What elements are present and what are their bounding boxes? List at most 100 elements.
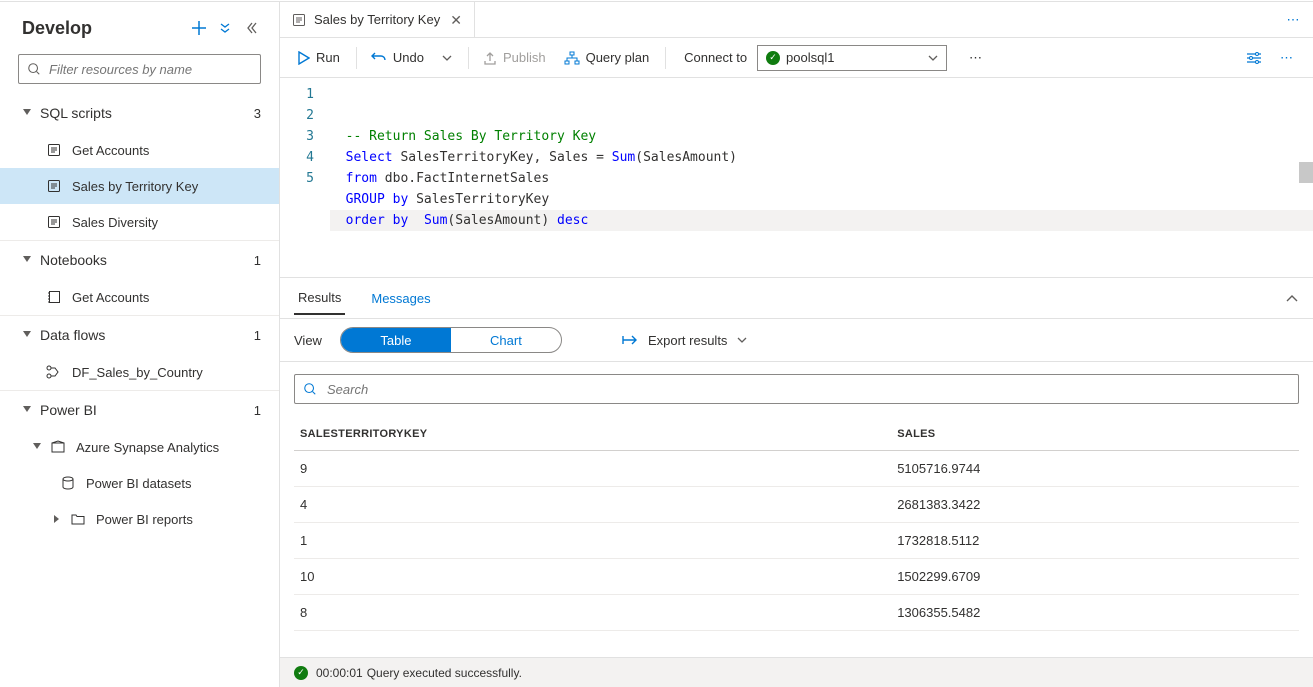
editor-code[interactable]: -- Return Sales By Territory Key Select … bbox=[322, 78, 1313, 277]
section-dataflows[interactable]: Data flows 1 bbox=[0, 316, 279, 354]
table-row[interactable]: 95105716.9744 bbox=[294, 451, 1299, 487]
editor-gutter: 12345 bbox=[280, 78, 322, 277]
undo-button[interactable]: Undo bbox=[363, 44, 432, 72]
caret-down-icon bbox=[22, 331, 32, 339]
section-count: 1 bbox=[254, 403, 261, 418]
database-icon bbox=[60, 475, 76, 491]
add-icon[interactable] bbox=[187, 16, 211, 40]
chevron-down-icon bbox=[928, 55, 938, 61]
section-count: 1 bbox=[254, 253, 261, 268]
messages-tab[interactable]: Messages bbox=[367, 283, 434, 314]
more-icon[interactable]: ⋯ bbox=[1273, 2, 1313, 37]
table-cell: 1732818.5112 bbox=[891, 523, 1299, 559]
run-button[interactable]: Run bbox=[290, 44, 348, 72]
sql-script-item[interactable]: Get Accounts bbox=[0, 132, 279, 168]
collapse-sidebar-icon[interactable] bbox=[239, 16, 263, 40]
table-cell: 8 bbox=[294, 595, 891, 631]
script-icon bbox=[46, 142, 62, 158]
status-time: 00:00:01 bbox=[316, 666, 363, 680]
powerbi-reports[interactable]: Power BI reports bbox=[0, 501, 279, 537]
tree-item-label: Azure Synapse Analytics bbox=[76, 440, 219, 455]
results-search-field[interactable] bbox=[325, 381, 1290, 398]
tree-item-label: Sales by Territory Key bbox=[72, 179, 198, 194]
sidebar-title: Develop bbox=[22, 18, 187, 39]
results-grid: SALESTERRITORYKEYSALES 95105716.97444268… bbox=[294, 418, 1299, 631]
tree-item-label: Power BI reports bbox=[96, 512, 193, 527]
export-results-button[interactable]: Export results bbox=[622, 333, 747, 348]
close-tab-icon[interactable]: ✕ bbox=[450, 13, 462, 27]
section-label: Notebooks bbox=[40, 252, 254, 268]
undo-label: Undo bbox=[393, 50, 424, 65]
section-label: Power BI bbox=[40, 402, 254, 418]
filter-input-field[interactable] bbox=[47, 61, 252, 78]
workspace-icon bbox=[50, 439, 66, 455]
caret-right-icon bbox=[52, 515, 62, 523]
dataflow-item[interactable]: DF_Sales_by_Country bbox=[0, 354, 279, 390]
more-icon[interactable]: ⋯ bbox=[1272, 44, 1301, 72]
notebook-icon bbox=[46, 289, 62, 305]
search-icon bbox=[303, 382, 317, 396]
run-label: Run bbox=[316, 50, 340, 65]
section-notebooks[interactable]: Notebooks 1 bbox=[0, 241, 279, 279]
tree-item-label: Get Accounts bbox=[72, 290, 149, 305]
queryplan-button[interactable]: Query plan bbox=[556, 44, 658, 72]
develop-sidebar: Develop SQL scripts 3 bbox=[0, 2, 280, 687]
caret-down-icon bbox=[22, 109, 32, 117]
view-segmented-control: Table Chart bbox=[340, 327, 562, 353]
table-row[interactable]: 101502299.6709 bbox=[294, 559, 1299, 595]
caret-down-icon bbox=[22, 256, 32, 264]
sql-editor[interactable]: 12345 -- Return Sales By Territory Key S… bbox=[280, 78, 1313, 278]
column-header[interactable]: SALESTERRITORYKEY bbox=[294, 418, 891, 451]
caret-down-icon bbox=[32, 443, 42, 451]
section-sql-scripts[interactable]: SQL scripts 3 bbox=[0, 94, 279, 132]
table-cell: 10 bbox=[294, 559, 891, 595]
status-ok-icon: ✓ bbox=[294, 666, 308, 680]
script-icon bbox=[46, 214, 62, 230]
connect-dropdown[interactable]: ✓ poolsql1 bbox=[757, 45, 947, 71]
table-row[interactable]: 42681383.3422 bbox=[294, 487, 1299, 523]
pool-name: poolsql1 bbox=[786, 50, 928, 65]
notebook-item[interactable]: Get Accounts bbox=[0, 279, 279, 315]
powerbi-datasets[interactable]: Power BI datasets bbox=[0, 465, 279, 501]
editor-tab[interactable]: Sales by Territory Key ✕ bbox=[280, 2, 475, 37]
section-label: Data flows bbox=[40, 327, 254, 343]
table-cell: 2681383.3422 bbox=[891, 487, 1299, 523]
filter-input[interactable] bbox=[18, 54, 261, 84]
sql-script-item[interactable]: Sales Diversity bbox=[0, 204, 279, 240]
status-message: Query executed successfully. bbox=[367, 666, 522, 680]
chevron-down-icon bbox=[737, 337, 747, 343]
results-tab[interactable]: Results bbox=[294, 282, 345, 315]
publish-label: Publish bbox=[503, 50, 546, 65]
view-chart-option[interactable]: Chart bbox=[451, 328, 561, 352]
tree-item-label: Get Accounts bbox=[72, 143, 149, 158]
view-table-option[interactable]: Table bbox=[341, 328, 451, 352]
table-cell: 1306355.5482 bbox=[891, 595, 1299, 631]
export-label: Export results bbox=[648, 333, 727, 348]
tree-item-label: DF_Sales_by_Country bbox=[72, 365, 203, 380]
table-cell: 1 bbox=[294, 523, 891, 559]
publish-button[interactable]: Publish bbox=[475, 44, 554, 72]
settings-icon[interactable] bbox=[1238, 44, 1270, 72]
tree-item-label: Power BI datasets bbox=[86, 476, 192, 491]
queryplan-label: Query plan bbox=[586, 50, 650, 65]
scrollbar-thumb[interactable] bbox=[1299, 162, 1313, 183]
tab-label: Sales by Territory Key bbox=[314, 12, 440, 27]
section-label: SQL scripts bbox=[40, 105, 254, 121]
table-cell: 1502299.6709 bbox=[891, 559, 1299, 595]
expand-all-icon[interactable] bbox=[213, 16, 237, 40]
table-row[interactable]: 81306355.5482 bbox=[294, 595, 1299, 631]
table-cell: 9 bbox=[294, 451, 891, 487]
table-row[interactable]: 11732818.5112 bbox=[294, 523, 1299, 559]
results-search-input[interactable] bbox=[294, 374, 1299, 404]
caret-down-icon bbox=[22, 406, 32, 414]
undo-dropdown[interactable] bbox=[434, 44, 460, 72]
status-bar: ✓ 00:00:01 Query executed successfully. bbox=[280, 657, 1313, 687]
section-powerbi[interactable]: Power BI 1 bbox=[0, 391, 279, 429]
powerbi-workspace[interactable]: Azure Synapse Analytics bbox=[0, 429, 279, 465]
more-actions-icon[interactable]: ⋯ bbox=[961, 44, 990, 72]
collapse-results-icon[interactable] bbox=[1285, 293, 1299, 303]
sql-script-item[interactable]: Sales by Territory Key bbox=[0, 168, 279, 204]
column-header[interactable]: SALES bbox=[891, 418, 1299, 451]
section-count: 1 bbox=[254, 328, 261, 343]
export-icon bbox=[622, 334, 640, 346]
